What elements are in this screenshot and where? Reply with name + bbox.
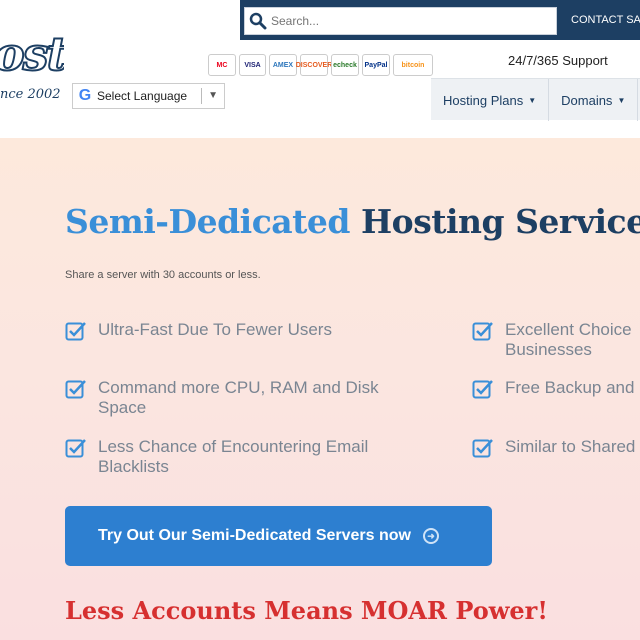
nav-label: Hosting Plans	[443, 92, 524, 108]
mastercard-icon: MC	[208, 54, 236, 76]
site-logo[interactable]: ost nce 2002	[0, 25, 64, 115]
search-icon[interactable]	[245, 8, 271, 34]
language-selector[interactable]: G Select Language ▼	[72, 83, 225, 109]
feature-text: Ultra-Fast Due To Fewer Users	[98, 320, 332, 339]
echeck-icon: echeck	[331, 54, 359, 76]
feature-text: Less Chance of Encountering Email Blackl…	[98, 437, 369, 476]
checkbox-check-icon	[472, 380, 493, 399]
caret-down-icon: ▼	[617, 95, 626, 105]
page-title: Semi-Dedicated Hosting Service	[65, 202, 640, 241]
hero-section: Semi-Dedicated Hosting Service Share a s…	[0, 138, 640, 640]
checkbox-check-icon	[65, 439, 86, 458]
support-text: 24/7/365 Support	[508, 53, 608, 68]
checkbox-check-icon	[472, 322, 493, 341]
paypal-icon: PayPal	[362, 54, 390, 76]
feature-text: Free Backup and	[505, 378, 635, 397]
title-rest: Hosting Service	[361, 202, 640, 241]
site-header: CONTACT SAL ost nce 2002 MCVISAAMEXDISCO…	[0, 0, 640, 138]
search-box[interactable]	[244, 7, 557, 35]
logo-since-text: nce 2002	[0, 87, 61, 102]
nav-domains[interactable]: Domains ▼	[549, 79, 639, 121]
main-nav: Hosting Plans ▼ Domains ▼	[431, 78, 640, 121]
feature-item: Excellent Choice Businesses	[472, 320, 640, 360]
feature-item: Free Backup and	[472, 378, 640, 400]
nav-label: Domains	[561, 92, 613, 108]
google-icon: G	[78, 87, 92, 104]
tagline-heading: Less Accounts Means MOAR Power!	[65, 596, 548, 625]
checkbox-check-icon	[472, 439, 493, 458]
amex-icon: AMEX	[269, 54, 297, 76]
search-input[interactable]	[271, 14, 541, 28]
feature-text: Similar to Shared	[505, 437, 636, 456]
bitcoin-icon: bitcoin	[393, 54, 433, 76]
checkbox-check-icon	[65, 322, 86, 341]
arrow-right-circle-icon: ➜	[422, 528, 439, 544]
feature-item: Less Chance of Encountering Email Blackl…	[65, 437, 395, 477]
hero-subtitle: Share a server with 30 accounts or less.	[65, 269, 261, 281]
language-label: Select Language	[97, 89, 188, 103]
visa-icon: VISA	[239, 54, 266, 76]
checkbox-check-icon	[65, 380, 86, 399]
feature-text: Command more CPU, RAM and Disk Space	[98, 378, 379, 417]
feature-item: Similar to Shared	[472, 437, 640, 459]
feature-item: Command more CPU, RAM and Disk Space	[65, 378, 395, 418]
logo-wordmark: ost	[0, 26, 64, 82]
feature-text: Excellent Choice Businesses	[505, 320, 632, 359]
discover-icon: DISCOVER	[296, 54, 332, 76]
contact-sales-link[interactable]: CONTACT SAL	[560, 0, 640, 40]
cta-label: Try Out Our Semi-Dedicated Servers now	[98, 527, 411, 544]
feature-item: Ultra-Fast Due To Fewer Users	[65, 320, 395, 342]
try-semi-dedicated-button[interactable]: Try Out Our Semi-Dedicated Servers now ➜	[65, 506, 492, 566]
nav-hosting-plans[interactable]: Hosting Plans ▼	[431, 79, 550, 121]
payment-methods: MC VISA AMEX DISCOVER echeck PayPal bitcoin	[208, 54, 433, 76]
chevron-down-icon[interactable]: ▼	[201, 88, 224, 104]
caret-down-icon: ▼	[528, 95, 537, 105]
title-highlight: Semi-Dedicated	[65, 202, 351, 241]
